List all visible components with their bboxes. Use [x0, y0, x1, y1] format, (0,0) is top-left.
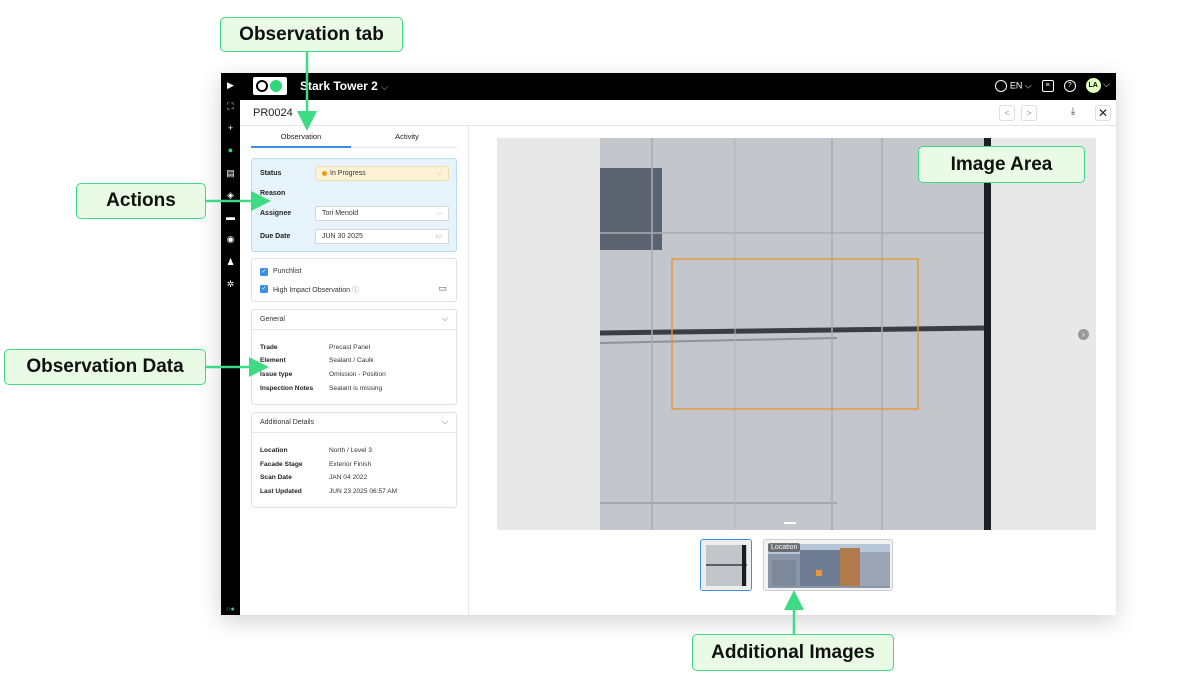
tab-bar: Observation Activity — [251, 130, 457, 148]
chevron-down-icon: ⌵ — [380, 82, 389, 93]
expand-icon[interactable]: ▶ — [225, 80, 236, 91]
additional-details-header[interactable]: Additional Details ⌵ — [252, 413, 456, 433]
high-impact-checkbox[interactable]: ✓ — [260, 285, 268, 293]
callout-observation-data: Observation Data — [4, 349, 206, 385]
annotated-screenshot: ▶ ⛶ + ● ▤ ◈ ▬ ◉ ♟ ✲ ○● Stark Tower 2 ⌵ EN… — [0, 0, 1180, 676]
facade-stage-value: Exterior Finish — [329, 461, 372, 468]
user-menu[interactable]: LA ⌵ — [1085, 78, 1110, 93]
element-value: Sealant / Caulk — [329, 357, 374, 364]
inspection-notes-value: Sealant is missing — [329, 385, 383, 392]
observation-icon[interactable]: ● — [225, 145, 236, 156]
element-key: Element — [260, 357, 286, 364]
general-card: General ⌵ Trade Precast Panel Element Sea… — [251, 309, 457, 405]
settings-icon[interactable]: ✲ — [225, 279, 236, 290]
robot-icon[interactable]: ◉ — [225, 234, 236, 245]
due-date-value: JUN 30 2025 — [322, 233, 363, 240]
globe-icon — [995, 79, 1008, 92]
trade-value: Precast Panel — [329, 344, 371, 351]
status-select[interactable]: In Progress ⌵ — [315, 166, 449, 181]
assignee-label: Assignee — [260, 210, 292, 217]
next-image-button[interactable]: › — [1078, 329, 1089, 340]
actions-card: Status In Progress ⌵ Reason Assignee Tori… — [251, 158, 457, 252]
prev-record-button[interactable]: < — [999, 105, 1015, 121]
inspection-notes-key: Inspection Notes — [260, 385, 314, 392]
callout-observation-tab: Observation tab — [220, 17, 403, 52]
info-icon[interactable]: ⓘ — [352, 287, 359, 294]
issue-type-value: Omission - Position — [329, 371, 386, 378]
callout-additional-images: Additional Images — [692, 634, 894, 671]
frame-icon[interactable]: ⛶ — [225, 101, 236, 112]
tab-activity[interactable]: Activity — [357, 132, 457, 148]
general-title: General — [260, 316, 285, 323]
language-selector[interactable]: EN ⌵ — [995, 79, 1032, 92]
due-date-label: Due Date — [260, 233, 291, 240]
last-updated-value: JUN 23 2025 06:57 AM — [329, 488, 398, 495]
record-title-bar: PR0024 < > ⤓ ✕ — [240, 100, 1116, 126]
punchlist-checkbox[interactable]: ✓ — [260, 268, 268, 276]
thumbnail-current[interactable] — [700, 539, 752, 591]
punchlist-label: Punchlist — [273, 268, 302, 275]
comment-icon[interactable]: ▭ — [438, 283, 447, 294]
callout-image-area: Image Area — [918, 146, 1085, 183]
top-bar-tools: EN ⌵ ≡ ? LA ⌵ — [995, 78, 1110, 93]
high-impact-label: High Impact Observation ⓘ — [273, 285, 359, 295]
close-icon[interactable]: ✕ — [1095, 105, 1111, 121]
facade-photo — [599, 138, 991, 530]
cube-icon[interactable]: ◈ — [225, 190, 236, 201]
location-key: Location — [260, 447, 288, 454]
additional-details-card: Additional Details ⌵ Location North / Lev… — [251, 412, 457, 508]
project-selector[interactable]: Stark Tower 2 ⌵ — [300, 79, 388, 93]
next-record-button[interactable]: > — [1021, 105, 1037, 121]
issue-type-key: Issue type — [260, 371, 293, 378]
location-tag: Location — [768, 543, 801, 552]
reason-label: Reason — [260, 190, 286, 197]
high-impact-text: High Impact Observation — [273, 287, 351, 294]
logo — [253, 77, 287, 95]
avatar: LA — [1085, 78, 1101, 93]
chevron-down-icon: ⌵ — [441, 314, 448, 323]
tab-observation[interactable]: Observation — [251, 132, 351, 148]
flags-card: ✓ Punchlist ✓ High Impact Observation ⓘ … — [251, 258, 457, 302]
additional-details-title: Additional Details — [260, 419, 315, 426]
callout-actions: Actions — [76, 183, 206, 219]
due-date-field[interactable]: JUN 30 2025 ▭ — [315, 229, 449, 244]
image-viewer[interactable]: › — [497, 138, 1096, 530]
assignee-select[interactable]: Tori Menold ⌵ — [315, 206, 449, 221]
record-id: PR0024 — [253, 107, 293, 119]
chevron-down-icon: ⌵ — [436, 210, 442, 217]
top-bar: Stark Tower 2 ⌵ EN ⌵ ≡ ? LA ⌵ — [240, 73, 1116, 100]
thumbnail-current-image — [701, 540, 751, 590]
chevron-down-icon: ⌵ — [436, 170, 442, 177]
panel-icon[interactable]: ▤ — [225, 168, 236, 179]
location-value: North / Level 3 — [329, 447, 372, 454]
left-rail: ▶ ⛶ + ● ▤ ◈ ▬ ◉ ♟ ✲ ○● — [221, 73, 240, 615]
status-dot-icon — [322, 170, 327, 176]
brand-mini-icon: ○● — [226, 606, 235, 613]
status-label: Status — [260, 170, 282, 177]
observation-panel: Observation Activity Status In Progress ⌵… — [240, 126, 469, 615]
download-icon[interactable]: ⤓ — [1065, 105, 1081, 121]
scan-date-key: Scan Date — [260, 474, 292, 481]
status-value: In Progress — [330, 170, 366, 177]
language-label: EN — [1009, 79, 1023, 90]
thumbnail-location[interactable]: Location — [763, 539, 893, 591]
user-icon[interactable]: ♟ — [225, 257, 236, 268]
chat-icon[interactable]: ≡ — [1041, 79, 1054, 92]
last-updated-key: Last Updated — [260, 488, 302, 495]
facade-stage-key: Facade Stage — [260, 461, 303, 468]
help-icon[interactable]: ? — [1063, 79, 1076, 92]
scan-date-value: JAN 04 2022 — [329, 474, 368, 481]
ruler-icon[interactable]: ▬ — [225, 212, 236, 223]
chevron-down-icon: ⌵ — [441, 417, 448, 426]
trade-key: Trade — [260, 344, 278, 351]
general-header[interactable]: General ⌵ — [252, 310, 456, 330]
calendar-icon: ▭ — [435, 233, 442, 240]
plus-icon[interactable]: + — [225, 123, 236, 134]
project-name: Stark Tower 2 — [300, 79, 378, 93]
assignee-value: Tori Menold — [322, 210, 359, 217]
